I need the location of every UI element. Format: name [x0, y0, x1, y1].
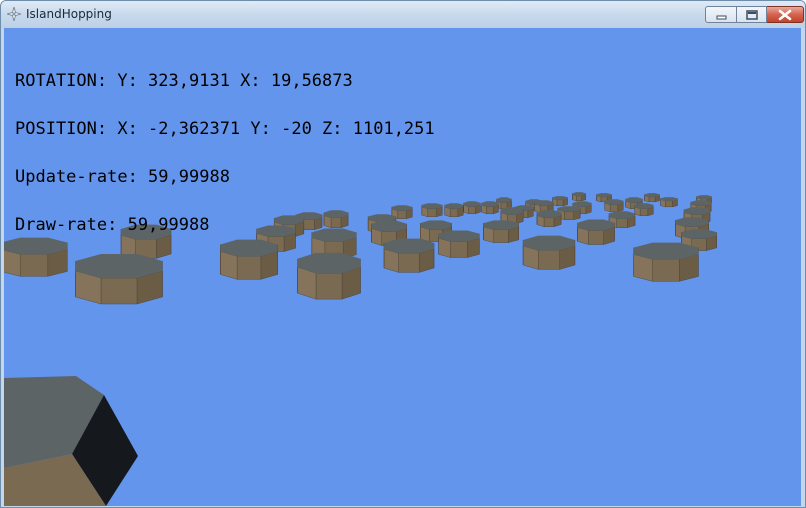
- game-viewport[interactable]: ROTATION: Y: 323,9131 X: 19,56873 POSITI…: [4, 28, 801, 506]
- maximize-button[interactable]: [737, 6, 767, 23]
- island-pillar: [633, 242, 699, 282]
- app-icon: [7, 7, 21, 21]
- island-pillar: [552, 196, 568, 207]
- island-pillar: [660, 197, 678, 208]
- island-pillar: [522, 235, 576, 270]
- island-pillar: [604, 199, 624, 213]
- draw-rate-readout: Draw-rate: 59,99988: [15, 215, 210, 235]
- app-window: IslandHopping ROTATION: Y: 323,9131 X: 1…: [0, 0, 806, 508]
- title-bar[interactable]: IslandHopping: [1, 1, 805, 28]
- close-icon: [778, 9, 792, 21]
- close-button[interactable]: [767, 6, 804, 23]
- island-pillar: [483, 220, 519, 243]
- window-title: IslandHopping: [26, 7, 112, 21]
- rotation-readout: ROTATION: Y: 323,9131 X: 19,56873: [15, 71, 353, 91]
- position-readout: POSITION: X: -2,362371 Y: -20 Z: 1101,25…: [15, 119, 435, 139]
- island-pillar: [438, 230, 480, 258]
- island-pillar: [572, 192, 586, 202]
- island-pillar: [644, 193, 660, 203]
- maximize-icon: [746, 10, 758, 20]
- minimize-icon: [716, 15, 727, 20]
- island-pillar: [481, 201, 499, 215]
- island-pillar: [496, 197, 512, 210]
- debug-overlay: ROTATION: Y: 323,9131 X: 19,56873 POSITI…: [15, 41, 435, 265]
- island-pillar: [463, 201, 481, 215]
- minimize-button[interactable]: [705, 6, 737, 23]
- island-pillar: [577, 219, 615, 245]
- update-rate-readout: Update-rate: 59,99988: [15, 167, 230, 187]
- island-pillar: [634, 203, 654, 217]
- island-pillar: [557, 206, 581, 221]
- foreground-pillar: [4, 376, 138, 506]
- island-pillar: [536, 210, 562, 227]
- island-pillar: [444, 203, 464, 218]
